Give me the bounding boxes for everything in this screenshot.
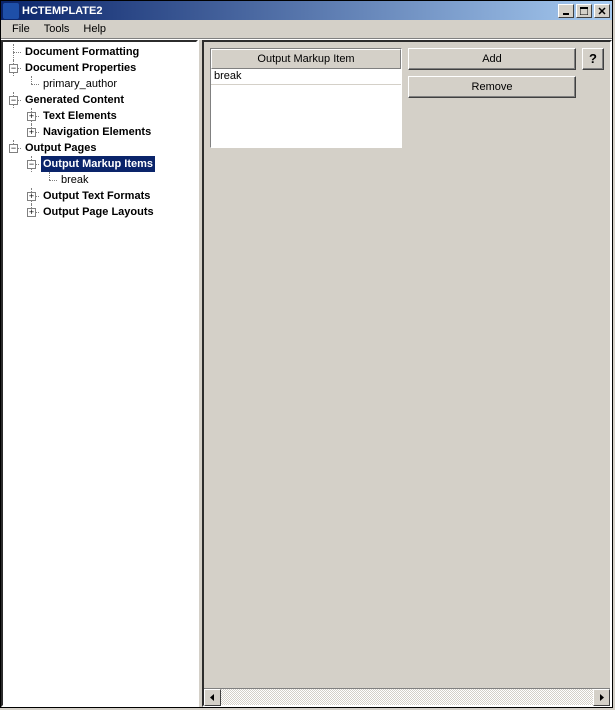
collapse-icon[interactable]: − xyxy=(9,144,18,153)
tree-item-generated-content[interactable]: − Generated Content xyxy=(5,92,196,108)
output-markup-list: Output Markup Item break xyxy=(210,48,402,148)
tree-item-document-properties[interactable]: − Document Properties xyxy=(5,60,196,76)
remove-button[interactable]: Remove xyxy=(408,76,576,98)
tree-item-break[interactable]: break xyxy=(5,172,196,188)
window-controls xyxy=(556,4,610,18)
tree-connector: − xyxy=(5,92,23,108)
minimize-button[interactable] xyxy=(558,4,574,18)
menu-bar: File Tools Help xyxy=(1,20,612,39)
title-bar: HCTEMPLATE2 xyxy=(1,1,612,20)
tree-item-output-pages[interactable]: − Output Pages xyxy=(5,140,196,156)
add-button[interactable]: Add xyxy=(408,48,576,70)
scroll-left-button[interactable] xyxy=(204,689,221,706)
tree-connector xyxy=(41,172,59,188)
expand-icon[interactable]: + xyxy=(27,192,36,201)
content-inner: Output Markup Item break Add ? Remove xyxy=(204,42,610,688)
collapse-icon[interactable]: − xyxy=(9,96,18,105)
collapse-icon[interactable]: − xyxy=(27,160,36,169)
button-row-top: Add ? xyxy=(408,48,604,70)
tree-connector: + xyxy=(23,108,41,124)
tree-label: Output Page Layouts xyxy=(41,204,156,220)
tree-item-text-elements[interactable]: + Text Elements xyxy=(5,108,196,124)
tree-label: Document Formatting xyxy=(23,44,141,60)
tree-item-output-page-layouts[interactable]: + Output Page Layouts xyxy=(5,204,196,220)
tree-label: Output Pages xyxy=(23,140,99,156)
tree-label: primary_author xyxy=(41,76,119,92)
tree-connector: − xyxy=(23,156,41,172)
help-button[interactable]: ? xyxy=(582,48,604,70)
tree-item-output-markup-items[interactable]: − Output Markup Items xyxy=(5,156,196,172)
list-item[interactable]: break xyxy=(211,69,401,85)
tree-item-primary-author[interactable]: primary_author xyxy=(5,76,196,92)
close-button[interactable] xyxy=(594,4,610,18)
main-area: Document Formatting − Document Propertie… xyxy=(1,39,612,707)
button-column: Add ? Remove xyxy=(408,48,604,98)
tree-connector xyxy=(5,44,23,60)
horizontal-scrollbar[interactable] xyxy=(204,688,610,705)
tree-connector: − xyxy=(5,140,23,156)
expand-icon[interactable]: + xyxy=(27,112,36,121)
tree-label: Generated Content xyxy=(23,92,126,108)
tree-label: Navigation Elements xyxy=(41,124,153,140)
application-window: HCTEMPLATE2 File Tools Help xyxy=(0,0,613,708)
tree-label: break xyxy=(59,172,91,188)
expand-icon[interactable]: + xyxy=(27,208,36,217)
menu-help[interactable]: Help xyxy=(76,22,113,36)
tree-connector xyxy=(23,76,41,92)
tree-label: Document Properties xyxy=(23,60,138,76)
app-icon xyxy=(3,3,19,19)
tree-connector: + xyxy=(23,124,41,140)
tree-connector: − xyxy=(5,60,23,76)
maximize-button[interactable] xyxy=(576,4,592,18)
tree-panel[interactable]: Document Formatting − Document Propertie… xyxy=(1,40,198,707)
content-panel: Output Markup Item break Add ? Remove xyxy=(202,40,612,707)
window-title: HCTEMPLATE2 xyxy=(22,5,556,17)
list-body[interactable]: break xyxy=(211,69,401,147)
scroll-track[interactable] xyxy=(221,689,593,705)
list-column-header[interactable]: Output Markup Item xyxy=(211,49,401,69)
menu-tools[interactable]: Tools xyxy=(37,22,77,36)
tree-item-output-text-formats[interactable]: + Output Text Formats xyxy=(5,188,196,204)
tree-connector: + xyxy=(23,188,41,204)
scroll-right-button[interactable] xyxy=(593,689,610,706)
tree-item-navigation-elements[interactable]: + Navigation Elements xyxy=(5,124,196,140)
tree-label: Output Text Formats xyxy=(41,188,152,204)
expand-icon[interactable]: + xyxy=(27,128,36,137)
tree-view: Document Formatting − Document Propertie… xyxy=(5,44,196,220)
collapse-icon[interactable]: − xyxy=(9,64,18,73)
tree-connector: + xyxy=(23,204,41,220)
tree-item-document-formatting[interactable]: Document Formatting xyxy=(5,44,196,60)
tree-label: Text Elements xyxy=(41,108,119,124)
tree-label-selected: Output Markup Items xyxy=(41,156,155,172)
menu-file[interactable]: File xyxy=(5,22,37,36)
